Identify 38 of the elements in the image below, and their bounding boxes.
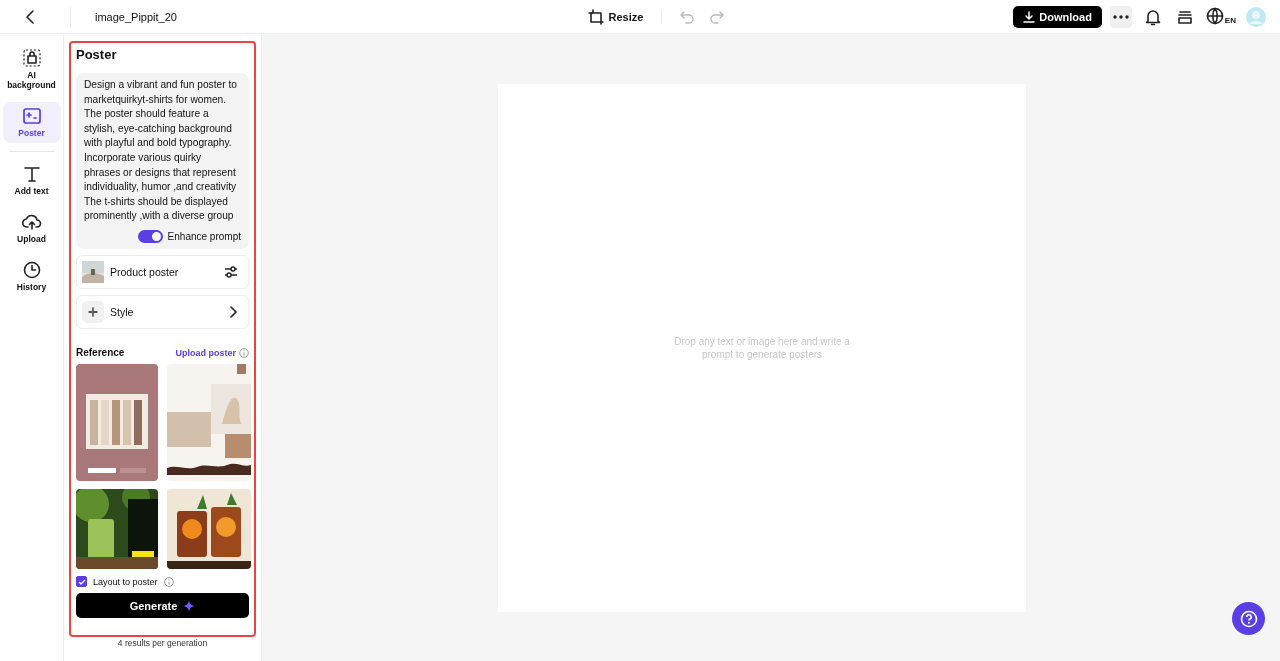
rail-item[interactable]: Add text [2, 159, 61, 200]
checkbox[interactable] [76, 576, 87, 587]
globe-icon [1205, 6, 1224, 25]
panel-title: Poster [76, 47, 118, 62]
help-button[interactable] [1232, 602, 1265, 635]
more-button[interactable] [1109, 5, 1132, 28]
toggle-switch[interactable] [137, 230, 163, 243]
rail-item[interactable]: Upload [2, 207, 61, 248]
option-row[interactable]: Style [76, 295, 249, 329]
rail-item[interactable]: Poster [2, 102, 61, 143]
toggle-label: Enhance prompt [167, 231, 241, 242]
help-icon [1239, 609, 1258, 628]
info-icon [239, 347, 249, 358]
more-icon [1112, 14, 1129, 19]
undo-icon [679, 8, 696, 25]
chevron-right-icon [228, 306, 238, 318]
file-title: image_Pippit_20 [95, 10, 177, 23]
results-note: 4 results per generation [117, 638, 208, 648]
download-button[interactable]: Download [1013, 5, 1102, 28]
section-label: Reference [76, 347, 125, 358]
rail-item[interactable]: History [2, 255, 61, 297]
generate-button[interactable]: Generate [76, 593, 249, 618]
poster-icon [21, 106, 42, 127]
resize-button[interactable]: Resize [587, 8, 644, 25]
info-icon [163, 576, 174, 587]
bell-icon [1143, 7, 1162, 26]
download-icon [1023, 10, 1036, 23]
language-button[interactable]: EN [1205, 5, 1236, 28]
prompt-field[interactable]: Design a vibrant and fun poster to marketquirkyt-shirts for women. The poster should feature a stylish, eye-catching background with playful and bold typography. Incorporate various quirky phrases or designs that represent individuality, humor ,and creativity The t-shirts should be displayed prominently ,with a diverse group [84, 78, 241, 225]
checkmark-icon [77, 578, 86, 585]
clock-icon [21, 259, 42, 280]
rail-item[interactable]: AI background [2, 44, 61, 95]
sliders-icon [224, 265, 238, 279]
resize-icon [587, 8, 604, 25]
redo-icon [709, 8, 726, 25]
checkbox-label: Layout to poster [93, 576, 158, 587]
upload-poster-link[interactable]: Upload poster [175, 347, 236, 358]
option-row[interactable]: Product poster [76, 255, 249, 289]
